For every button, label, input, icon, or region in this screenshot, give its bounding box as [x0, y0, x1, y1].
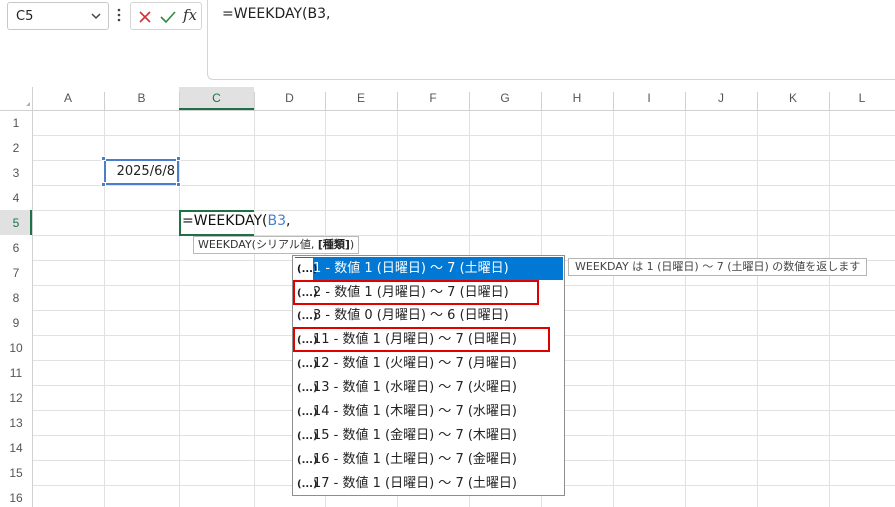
row-header-6[interactable]: 6 [0, 241, 32, 255]
column-header-k[interactable]: K [757, 87, 829, 110]
column-header-l[interactable]: L [829, 87, 895, 110]
column-header-c[interactable]: C [179, 87, 254, 110]
option-label: 15 - 数値 1 (金曜日) ～ 7 (木曜日) [313, 428, 517, 443]
dropdown-option[interactable]: (...)15 - 数値 1 (金曜日) ～ 7 (木曜日) [295, 424, 563, 447]
row-header-3[interactable]: 3 [0, 166, 32, 180]
cell-b3[interactable]: 2025/6/8 [104, 159, 179, 185]
row-header-11[interactable]: 11 [0, 366, 32, 380]
cell-c5-formula: =WEEKDAY(B3, [182, 213, 290, 229]
value-icon: (...) [297, 383, 318, 394]
value-icon: (...) [297, 407, 318, 418]
value-icon: (...) [297, 359, 318, 370]
row-header-12[interactable]: 12 [0, 391, 32, 405]
reference-handle[interactable] [101, 156, 106, 161]
option-label: 16 - 数値 1 (土曜日) ～ 7 (金曜日) [313, 452, 517, 467]
option-label: 3 - 数値 0 (月曜日) ～ 6 (日曜日) [313, 308, 509, 323]
column-header-a[interactable]: A [32, 87, 104, 110]
option-label: 12 - 数値 1 (火曜日) ～ 7 (月曜日) [313, 356, 517, 371]
tooltip-current-argument[interactable]: [種類] [318, 238, 350, 251]
column-header-b[interactable]: B [104, 87, 179, 110]
row-header-1[interactable]: 1 [0, 116, 32, 130]
dropdown-option[interactable]: (...)16 - 数値 1 (土曜日) ～ 7 (金曜日) [295, 448, 563, 471]
option-description-tooltip: WEEKDAY は 1 (日曜日) ～ 7 (土曜日) の数値を返します [568, 258, 868, 276]
row-header-15[interactable]: 15 [0, 466, 32, 480]
value-icon: (...) [297, 431, 318, 442]
option-label: 1 - 数値 1 (日曜日) ～ 7 (土曜日) [313, 261, 509, 276]
highlight-box [293, 280, 539, 305]
reference-handle[interactable] [176, 182, 181, 187]
value-icon: (...) [297, 311, 318, 322]
value-icon: (...) [297, 479, 318, 490]
formula-reference: B3 [267, 213, 286, 229]
reference-handle[interactable] [176, 156, 181, 161]
row-header-2[interactable]: 2 [0, 141, 32, 155]
reference-handle[interactable] [101, 182, 106, 187]
formula-function: =WEEKDAY( [182, 213, 268, 229]
tooltip-prefix: WEEKDAY(シリアル値, [198, 238, 318, 251]
option-label: 13 - 数値 1 (水曜日) ～ 7 (火曜日) [313, 380, 517, 395]
column-header-e[interactable]: E [325, 87, 397, 110]
row-header-8[interactable]: 8 [0, 291, 32, 305]
dropdown-option[interactable]: (...)1 - 数値 1 (日曜日) ～ 7 (土曜日) [295, 257, 563, 281]
row-header-14[interactable]: 14 [0, 441, 32, 455]
function-signature-tooltip[interactable]: WEEKDAY(シリアル値, [種類]) [193, 236, 360, 254]
column-header-d[interactable]: D [254, 87, 325, 110]
option-label: 17 - 数値 1 (日曜日) ～ 7 (土曜日) [313, 476, 517, 491]
column-header-i[interactable]: I [613, 87, 685, 110]
column-header-f[interactable]: F [397, 87, 469, 110]
row-header-4[interactable]: 4 [0, 191, 32, 205]
row-header-13[interactable]: 13 [0, 416, 32, 430]
formula-tail: , [286, 213, 291, 229]
dropdown-option[interactable]: (...)12 - 数値 1 (火曜日) ～ 7 (月曜日) [295, 352, 563, 375]
row-header-16[interactable]: 16 [0, 491, 32, 505]
row-header-9[interactable]: 9 [0, 316, 32, 330]
column-header-j[interactable]: J [685, 87, 757, 110]
dropdown-option[interactable]: (...)17 - 数値 1 (日曜日) ～ 7 (土曜日) [295, 472, 563, 495]
tooltip-suffix: ) [349, 238, 355, 251]
option-label: 14 - 数値 1 (木曜日) ～ 7 (水曜日) [313, 404, 517, 419]
dropdown-option[interactable]: (...)3 - 数値 0 (月曜日) ～ 6 (日曜日) [295, 304, 563, 327]
row-header-5[interactable]: 5 [0, 216, 32, 230]
row-header-7[interactable]: 7 [0, 266, 32, 280]
dropdown-option[interactable]: (...)14 - 数値 1 (木曜日) ～ 7 (水曜日) [295, 400, 563, 423]
dropdown-option[interactable]: (...)13 - 数値 1 (水曜日) ～ 7 (火曜日) [295, 376, 563, 399]
highlight-box [293, 327, 550, 352]
value-icon: (...) [297, 455, 318, 466]
row-header-10[interactable]: 10 [0, 341, 32, 355]
value-icon: (...) [295, 258, 318, 281]
column-header-h[interactable]: H [541, 87, 613, 110]
column-header-g[interactable]: G [469, 87, 541, 110]
